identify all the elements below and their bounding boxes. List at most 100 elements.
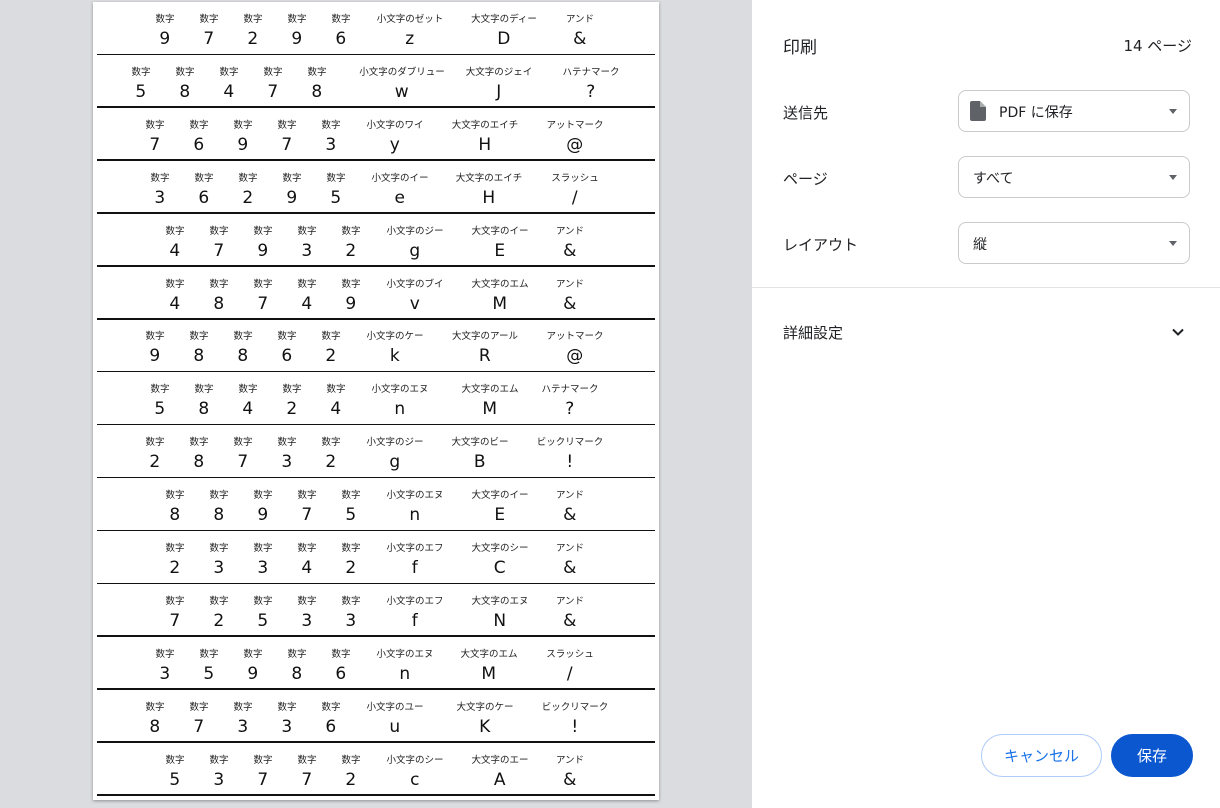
cell-label: 数字 — [282, 172, 302, 184]
cell-character: 8 — [198, 399, 210, 420]
preview-cell: 数字 2 — [321, 425, 340, 477]
cell-character: 2 — [247, 29, 259, 49]
cell-label: 数字 — [341, 595, 361, 607]
preview-cell: 数字 6 — [331, 637, 350, 689]
cancel-button[interactable]: キャンセル — [981, 734, 1102, 777]
cell-label: 数字 — [253, 278, 273, 290]
cell-label: 数字 — [243, 14, 263, 25]
cell-label: 数字 — [321, 331, 341, 343]
cell-label: 数字 — [199, 14, 219, 25]
preview-cell: 数字 4 — [219, 55, 238, 107]
cell-label: 数字 — [321, 119, 341, 131]
cell-label: 数字 — [155, 14, 175, 25]
layout-select[interactable]: 縦 — [958, 222, 1190, 264]
cell-character: n — [409, 505, 421, 526]
cell-label: 数字 — [131, 66, 151, 78]
cell-character: u — [389, 716, 401, 737]
cell-character: 7 — [193, 716, 205, 737]
cell-label: 小文字のブイ — [386, 278, 444, 290]
cell-label: 数字 — [165, 225, 185, 237]
preview-cell: 大文字のディー D — [471, 2, 537, 54]
layout-label: レイアウト — [783, 236, 859, 254]
preview-row: 数字 3 数字 5 数字 9 数字 8 数字 6 小文字のエヌ n 大文字のエム M スラッシュ / — [93, 637, 659, 690]
preview-cell: 数字 4 — [297, 531, 316, 583]
preview-cell: 大文字のエム M — [460, 637, 517, 689]
cell-character: 8 — [237, 346, 249, 367]
save-button[interactable]: 保存 — [1111, 734, 1193, 777]
cell-character: f — [411, 610, 419, 631]
preview-cell: 数字 3 — [209, 531, 228, 583]
pages-select[interactable]: すべて — [958, 156, 1190, 198]
cell-label: 大文字のアール — [452, 331, 518, 343]
preview-cell: 数字 2 — [282, 372, 301, 424]
cell-character: w — [394, 81, 410, 102]
cell-character: 5 — [169, 769, 181, 790]
cell-label: 数字 — [282, 384, 302, 396]
advanced-settings-label[interactable]: 詳細設定 — [783, 322, 843, 343]
cell-label: 数字 — [189, 701, 209, 713]
preview-cell: アンド & — [556, 267, 584, 319]
preview-cell: 数字 8 — [209, 478, 228, 530]
preview-cell: 大文字のイー E — [471, 214, 528, 266]
preview-cell: 数字 5 — [253, 584, 272, 636]
preview-cell: 数字 8 — [233, 319, 252, 371]
preview-cell: 数字 4 — [326, 372, 345, 424]
preview-cell: 数字 2 — [341, 531, 360, 583]
cell-character: 3 — [301, 610, 313, 631]
cell-label: 数字 — [209, 490, 229, 502]
preview-cell: 数字 7 — [263, 55, 282, 107]
cell-character: 7 — [281, 134, 293, 155]
cell-label: 数字 — [165, 278, 185, 290]
cell-label: 数字 — [277, 331, 297, 343]
cell-character: 7 — [213, 240, 225, 261]
cell-character: E — [494, 240, 506, 261]
cell-label: 大文字のジェイ — [465, 66, 533, 78]
cell-character: 6 — [335, 663, 347, 684]
cell-character: 6 — [325, 716, 337, 737]
chevron-down-icon[interactable] — [1170, 324, 1186, 340]
cell-character: 3 — [159, 663, 171, 684]
page-count: 14 ページ — [1123, 37, 1192, 55]
preview-cell: 数字 3 — [155, 637, 174, 689]
cell-label: 数字 — [165, 595, 185, 607]
preview-cell: 小文字のワイ y — [366, 108, 423, 160]
cell-character: B — [473, 452, 487, 473]
cell-label: 数字 — [145, 437, 165, 449]
cell-character: 4 — [301, 293, 313, 314]
cell-label: 小文字のゼット — [376, 14, 444, 25]
cell-label: 数字 — [297, 278, 317, 290]
cell-character: 3 — [281, 452, 293, 473]
cell-label: 数字 — [209, 278, 229, 290]
cell-label: 数字 — [277, 437, 297, 449]
preview-cell: 数字 2 — [145, 425, 164, 477]
cell-label: 数字 — [199, 648, 219, 660]
preview-cell: 数字 8 — [145, 690, 164, 742]
preview-cell: 数字 2 — [321, 319, 340, 371]
cell-character: 8 — [213, 293, 225, 314]
preview-row: 数字 2 数字 8 数字 7 数字 3 数字 2 小文字のジー g 大文字のビー B ビックリマーク! — [93, 425, 659, 479]
cell-character: 7 — [169, 610, 181, 631]
cell-label: 数字 — [209, 543, 229, 554]
cell-label: アンド — [565, 14, 595, 25]
preview-cell: 数字 3 — [277, 690, 296, 742]
preview-cell: 数字 3 — [341, 584, 360, 636]
cell-character: J — [496, 81, 502, 102]
cell-label: 数字 — [277, 119, 297, 131]
cell-character: 2 — [286, 399, 298, 420]
destination-select[interactable]: PDF に保存 — [958, 90, 1190, 132]
print-settings-panel: 印刷 14 ページ 送信先 PDF に保存 ページ すべて レイアウト 縦 詳細… — [752, 0, 1220, 808]
preview-cell: 数字 4 — [165, 214, 184, 266]
cell-character: 8 — [311, 81, 323, 102]
cell-label: スラッシュ — [546, 648, 594, 660]
preview-row: 数字 4 数字 8 数字 7 数字 4 数字 9 小文字のブイ v 大文字のエム M アンド & — [93, 267, 659, 320]
preview-cell: 数字 9 — [243, 637, 262, 689]
cell-label: 数字 — [165, 490, 185, 502]
preview-cell: 数字 9 — [341, 267, 360, 319]
cell-character: M — [481, 663, 497, 684]
cell-label: ビックリマーク — [541, 701, 609, 713]
preview-cell: 大文字のエー A — [471, 743, 528, 795]
preview-row: 数字 9 数字 7 数字 2 数字 9 数字 6 小文字のゼット z 大文字のディー D アンド & — [93, 2, 659, 55]
preview-row: 数字 2 数字 3 数字 3 数字 4 数字 2 小文字のエフ f 大文字のシー C アンド & — [93, 531, 659, 584]
preview-cell: 数字 5 — [165, 743, 184, 795]
cell-label: 大文字のシー — [471, 543, 529, 554]
